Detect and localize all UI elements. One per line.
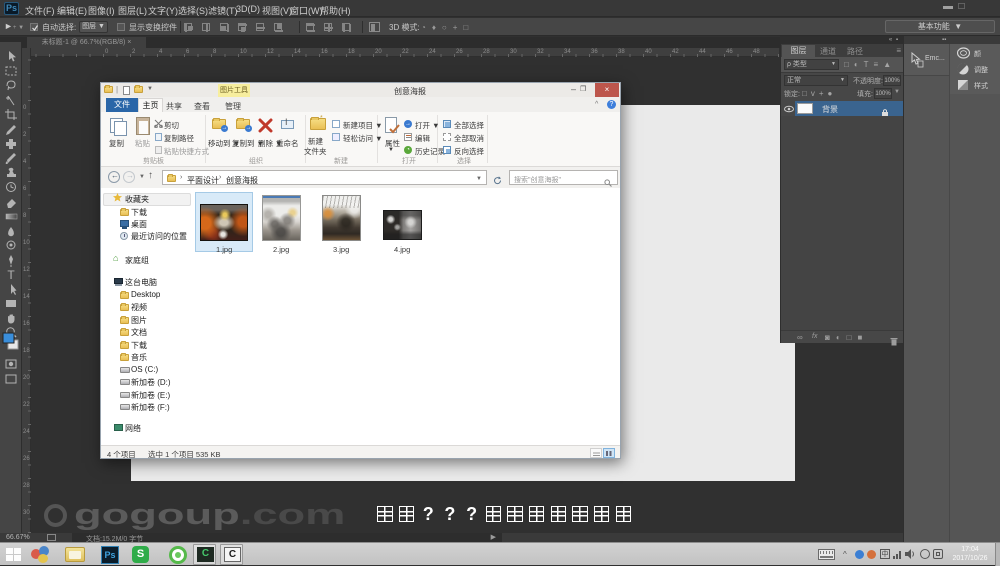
svg-text:T: T bbox=[7, 268, 15, 282]
